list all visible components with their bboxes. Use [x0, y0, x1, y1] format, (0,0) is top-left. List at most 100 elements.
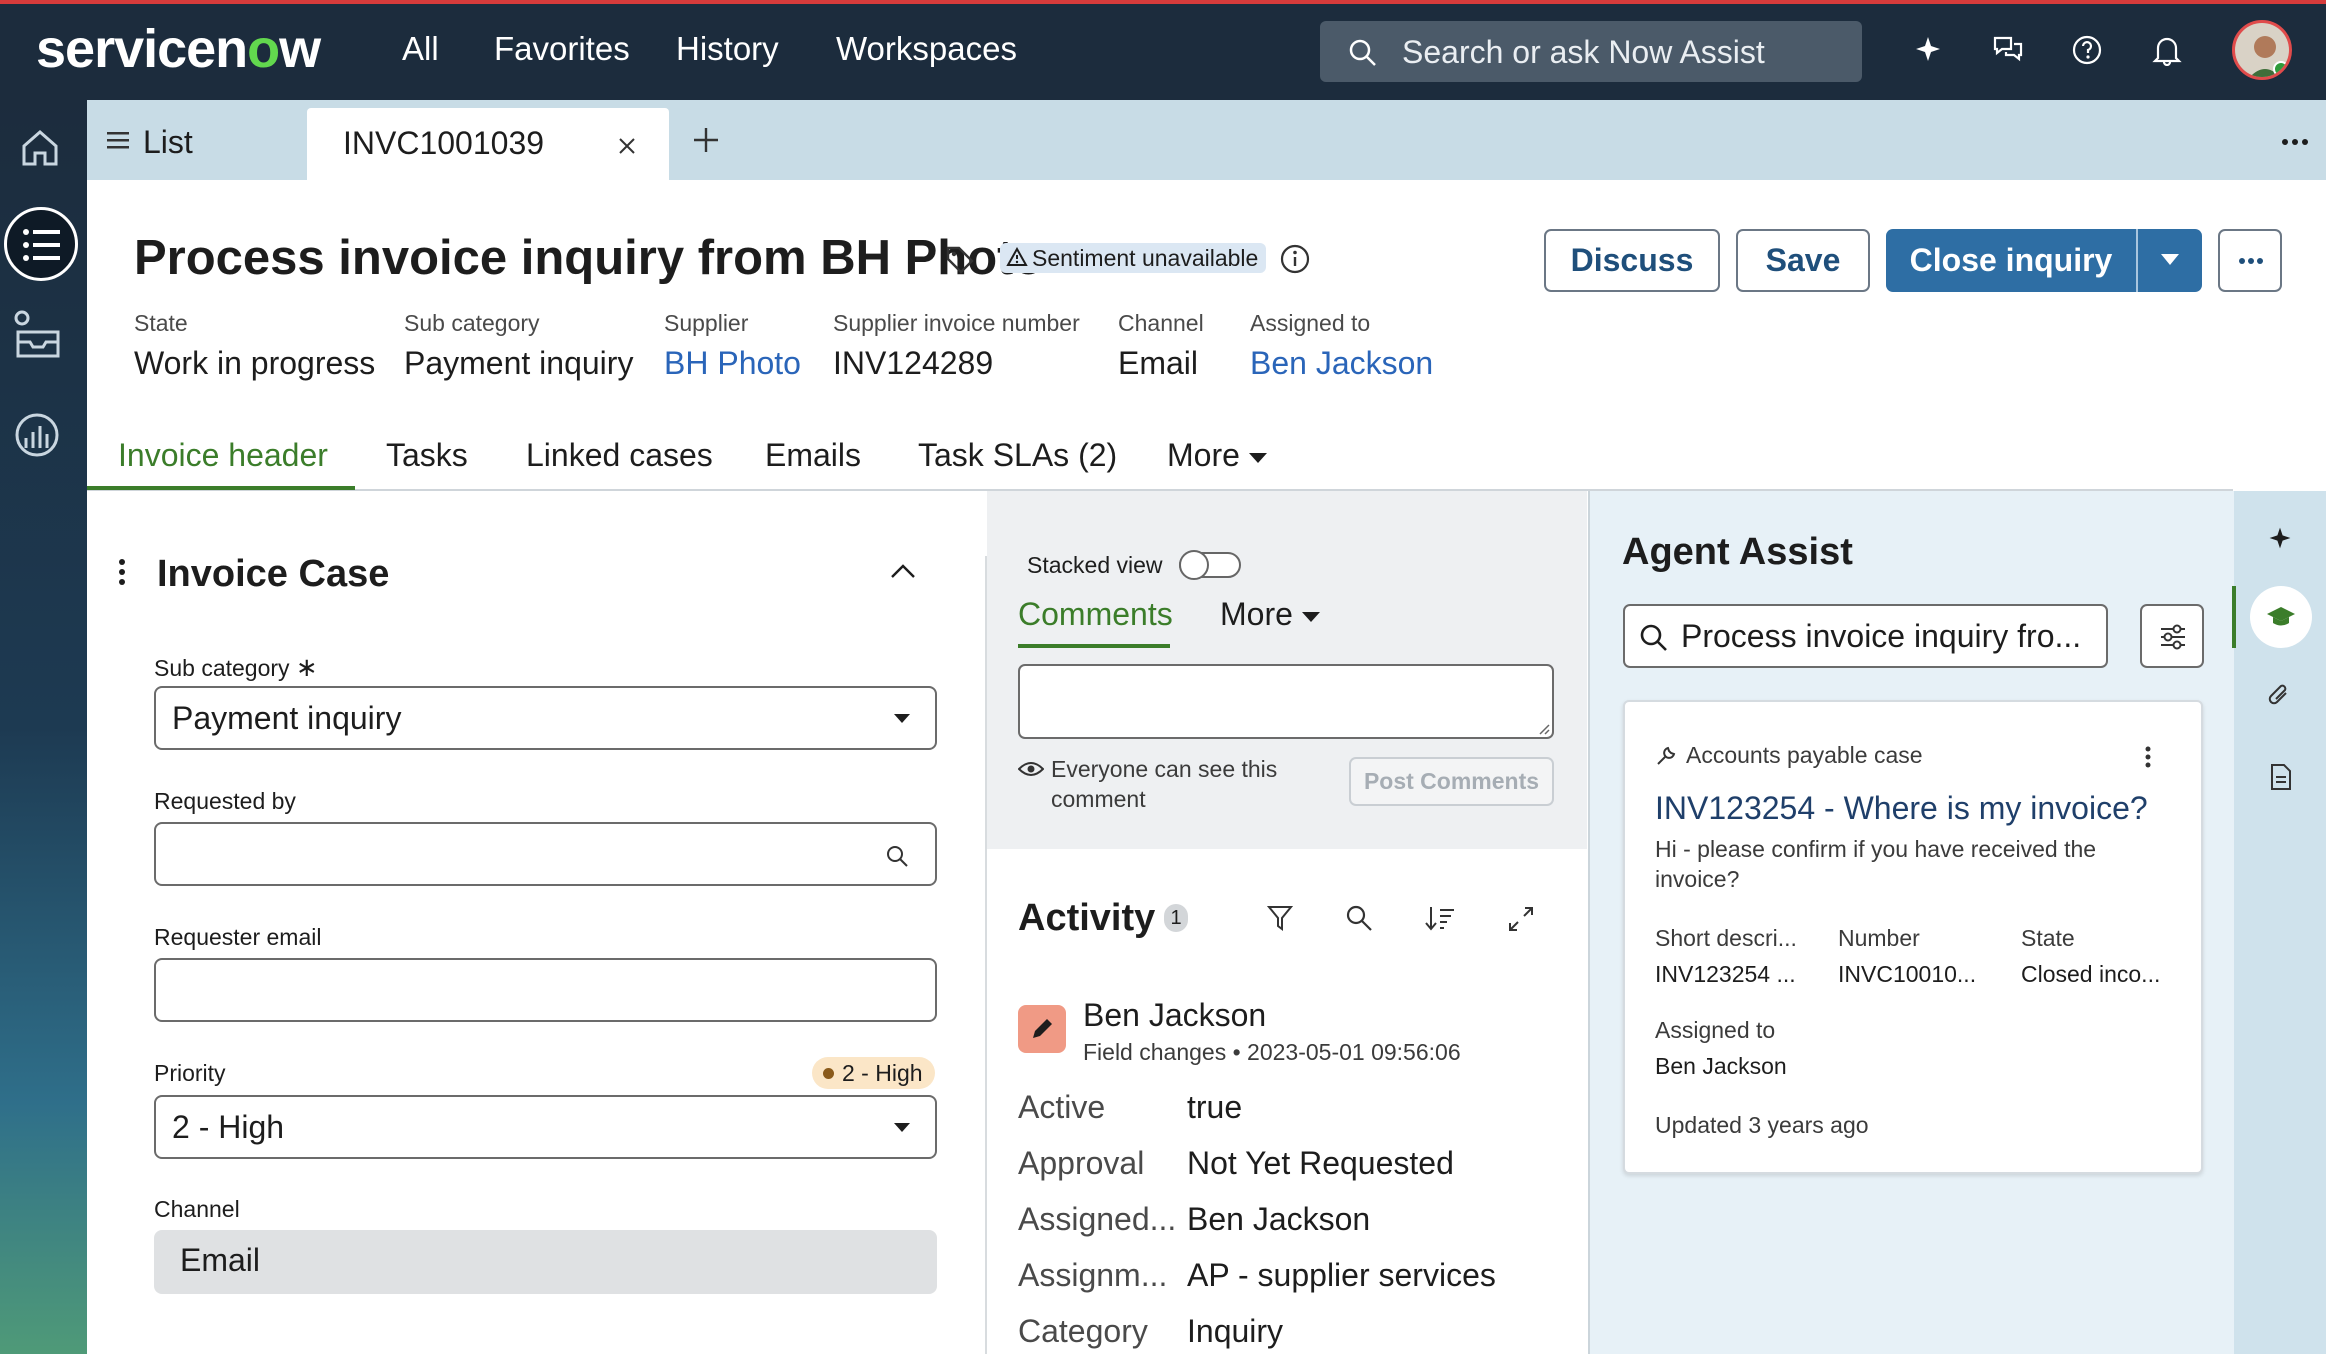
filter-settings-button[interactable]: [2140, 604, 2204, 668]
comments-panel: Stacked view Comments More Everyone can …: [987, 491, 1587, 849]
attachment-icon[interactable]: [2268, 681, 2292, 711]
tab-tasks[interactable]: Tasks: [386, 437, 468, 474]
sub-category-select[interactable]: Payment inquiry: [154, 686, 937, 750]
list-nav-button[interactable]: [4, 207, 78, 281]
suggested-case-card[interactable]: Accounts payable case INV123254 - Where …: [1623, 700, 2203, 1174]
document-icon[interactable]: [2269, 763, 2293, 791]
now-assist-sparkle-icon[interactable]: [1913, 34, 1943, 64]
left-rail: [0, 100, 87, 1354]
change-value: Ben Jackson: [1187, 1201, 1371, 1237]
discuss-button[interactable]: Discuss: [1544, 229, 1720, 292]
caret-down-icon: [1301, 611, 1320, 622]
priority-badge: 2 - High: [812, 1057, 935, 1089]
nav-favorites[interactable]: Favorites: [494, 30, 630, 68]
analytics-icon[interactable]: [14, 412, 60, 458]
tab-list[interactable]: List: [107, 100, 292, 180]
right-utility-rail: [2232, 491, 2326, 1354]
warning-icon: [1006, 247, 1028, 266]
section-menu-icon[interactable]: [118, 559, 126, 585]
add-tab-icon[interactable]: [692, 126, 720, 154]
change-field: Approval: [1018, 1145, 1145, 1181]
case-title-link[interactable]: INV123254 - Where is my invoice?: [1655, 790, 2148, 827]
expand-icon[interactable]: [1507, 905, 1535, 933]
requester-email-input[interactable]: [154, 958, 937, 1022]
top-navigation-bar: servicenow All Favorites History Workspa…: [0, 0, 2326, 100]
collapse-chevron-icon[interactable]: [890, 563, 916, 579]
requester-email-label: Requester email: [154, 924, 322, 950]
nav-workspaces[interactable]: Workspaces: [836, 30, 1017, 68]
save-button[interactable]: Save: [1736, 229, 1870, 292]
sentiment-badge: Sentiment unavailable: [1000, 243, 1267, 273]
servicenow-logo[interactable]: servicenow: [36, 18, 321, 80]
close-tab-icon[interactable]: [617, 136, 637, 156]
tab-record[interactable]: INVC1001039: [307, 108, 669, 180]
field-change-avatar: [1018, 1005, 1066, 1053]
channel-value: Email: [180, 1242, 261, 1278]
nav-history[interactable]: History: [676, 30, 779, 68]
visibility-note-line2: comment: [1051, 786, 1146, 812]
field-value-invoice-number: INV124289: [833, 345, 994, 381]
tab-task-slas[interactable]: Task SLAs (2): [918, 437, 1117, 474]
toggle-knob: [1179, 550, 1209, 580]
resize-handle-icon[interactable]: [1538, 723, 1550, 735]
search-icon: [1349, 39, 1376, 66]
user-avatar[interactable]: [2232, 20, 2292, 80]
change-field: Category: [1018, 1313, 1148, 1349]
tab-invoice-header[interactable]: Invoice header: [118, 437, 328, 474]
close-inquiry-button[interactable]: Close inquiry: [1886, 229, 2136, 292]
supplier-link[interactable]: BH Photo: [664, 345, 801, 382]
case-col-value: INV123254 ...: [1655, 961, 1796, 987]
global-search-input[interactable]: Search or ask Now Assist: [1320, 21, 1862, 82]
field-label-assigned-to: Assigned to: [1250, 310, 1371, 336]
inbox-icon[interactable]: [12, 310, 64, 360]
help-icon[interactable]: [2071, 34, 2103, 66]
lookup-search-icon[interactable]: [885, 844, 909, 868]
case-col-value: INVC10010...: [1838, 961, 1977, 987]
more-options-icon[interactable]: [2281, 138, 2309, 146]
search-icon[interactable]: [1345, 904, 1373, 932]
active-tab-indicator: [87, 486, 355, 490]
agent-assist-search-input[interactable]: Process invoice inquiry fro...: [1623, 604, 2108, 668]
record-title: Process invoice inquiry from BH Photo: [134, 231, 1044, 285]
dropdown-caret-icon[interactable]: [2160, 253, 2180, 267]
active-rail-indicator: [2232, 586, 2236, 648]
sub-category-label: Sub category ∗: [154, 652, 318, 682]
more-actions-button[interactable]: [2218, 229, 2282, 292]
sort-icon[interactable]: [1425, 904, 1455, 932]
priority-dot: [823, 1068, 834, 1079]
change-field: Active: [1018, 1089, 1106, 1125]
comments-more-tab[interactable]: More: [1220, 596, 1321, 633]
tab-emails[interactable]: Emails: [765, 437, 861, 474]
ellipsis-icon: [2239, 258, 2263, 264]
field-value-channel: Email: [1118, 345, 1199, 381]
chat-icon[interactable]: [1992, 34, 2024, 64]
comment-textarea[interactable]: [1018, 664, 1554, 739]
priority-select[interactable]: 2 - High: [154, 1095, 937, 1159]
sparkle-icon[interactable]: [2267, 525, 2293, 551]
assigned-to-link[interactable]: Ben Jackson: [1250, 345, 1433, 382]
case-assigned-label: Assigned to: [1655, 1017, 1776, 1043]
home-icon[interactable]: [18, 126, 62, 170]
select-caret-icon: [894, 1123, 910, 1132]
eye-icon: [1018, 762, 1044, 776]
tab-linked-cases[interactable]: Linked cases: [526, 437, 713, 474]
requested-by-input[interactable]: [154, 822, 937, 886]
nav-all[interactable]: All: [402, 30, 439, 68]
activity-title: Activity: [1018, 897, 1156, 939]
filter-icon[interactable]: [1267, 904, 1293, 932]
stacked-view-toggle[interactable]: [1179, 550, 1241, 580]
info-icon[interactable]: [1280, 244, 1310, 274]
tag-icon[interactable]: [945, 245, 975, 275]
post-comments-button[interactable]: Post Comments: [1349, 757, 1554, 806]
notification-bell-icon[interactable]: [2152, 34, 2182, 66]
agent-assist-rail-button[interactable]: [2250, 586, 2312, 648]
agent-assist-search-value: Process invoice inquiry fro...: [1681, 618, 2082, 654]
card-menu-icon[interactable]: [2145, 746, 2151, 768]
field-label-invoice-number: Supplier invoice number: [833, 310, 1080, 336]
comments-tab[interactable]: Comments: [1018, 596, 1173, 633]
search-icon: [1640, 624, 1667, 651]
change-value: Not Yet Requested: [1187, 1145, 1454, 1181]
channel-readonly-field: Email: [154, 1230, 937, 1294]
tab-more[interactable]: More: [1167, 437, 1268, 474]
case-col-label: Short descri...: [1655, 925, 1797, 951]
